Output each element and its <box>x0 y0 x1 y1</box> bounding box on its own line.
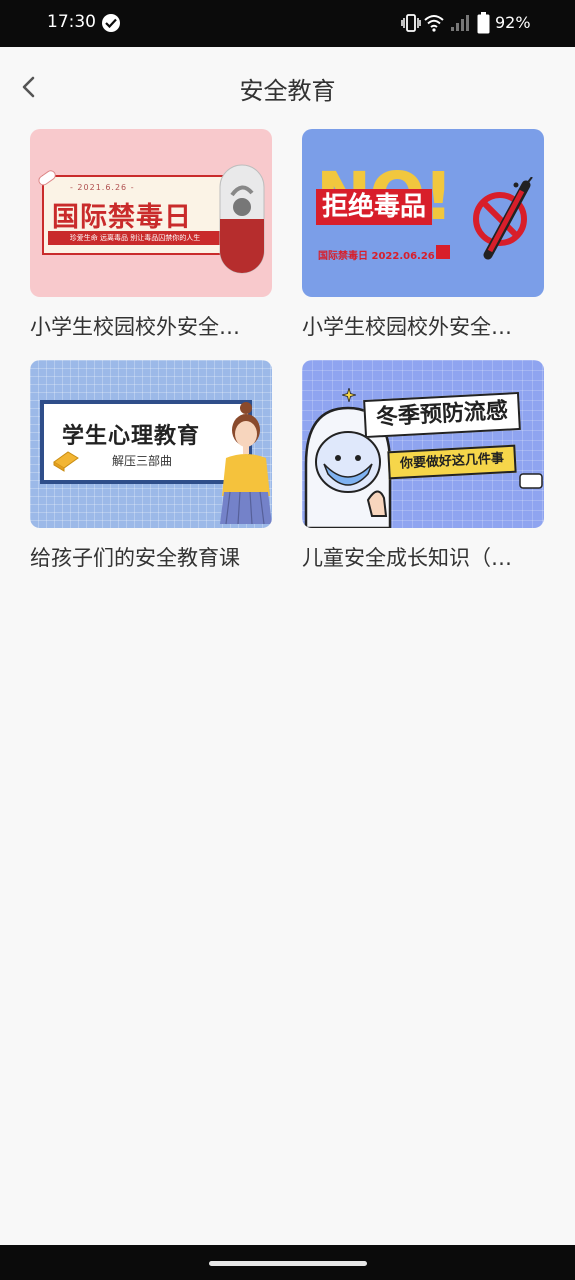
course-thumbnail[interactable]: 学生心理教育 解压三部曲 <box>30 360 272 528</box>
battery-icon <box>477 12 490 34</box>
thumb-subline: 解压三部曲 <box>112 454 173 468</box>
check-circle-icon <box>102 14 120 32</box>
book-icon <box>53 451 79 472</box>
pill-icon <box>38 170 56 186</box>
course-thumbnail[interactable]: 冬季预防流感 你要做好这几件事 <box>302 360 544 528</box>
mask-icon <box>519 473 543 489</box>
thumb-headline: 国际禁毒日 <box>52 202 192 233</box>
course-thumbnail[interactable]: - 2021.6.26 - 国际禁毒日 珍爱生命 远离毒品 别让毒品囚禁你的人生 <box>30 129 272 297</box>
thumb-square <box>436 245 450 259</box>
thumb-subline: 国际禁毒日 2022.06.26 <box>318 251 435 262</box>
thumb-headline: 冬季预防流感 <box>363 391 521 439</box>
system-nav-bar <box>0 1245 575 1280</box>
course-thumbnail[interactable]: NO! 拒绝毒品 国际禁毒日 2022.06.26 <box>302 129 544 297</box>
wifi-icon <box>424 15 444 32</box>
status-bar: 17:30 92% <box>0 0 575 47</box>
app-bar: 安全教育 <box>0 47 575 129</box>
no-syringe-icon <box>473 177 533 260</box>
sparkle-icon <box>342 388 356 402</box>
course-title[interactable]: 给孩子们的安全教育课 <box>30 542 276 572</box>
thumb-date: - 2021.6.26 - <box>70 183 135 192</box>
thumb-headline: 学生心理教育 <box>62 424 201 449</box>
course-title[interactable]: 儿童安全成长知识（… <box>302 542 548 572</box>
status-time: 17:30 <box>47 12 96 32</box>
thumb-subline: 你要做好这几件事 <box>387 444 517 480</box>
student-figure-icon <box>220 402 272 525</box>
page-title: 安全教育 <box>239 77 336 105</box>
course-title[interactable]: 小学生校园校外安全… <box>302 311 548 341</box>
battery-percent: 92% <box>495 13 531 32</box>
signal-icon <box>451 15 469 31</box>
thumb-tagline: 珍爱生命 远离毒品 别让毒品囚禁你的人生 <box>48 231 222 245</box>
course-title[interactable]: 小学生校园校外安全… <box>30 311 276 341</box>
capsule-icon <box>219 164 265 274</box>
thumb-headline: 拒绝毒品 <box>316 189 433 225</box>
home-gesture-handle[interactable] <box>209 1261 367 1266</box>
vibrate-icon <box>401 14 421 32</box>
